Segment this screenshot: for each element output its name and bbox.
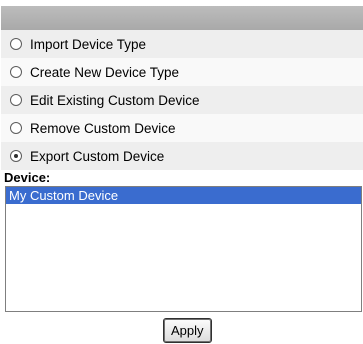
option-remove-custom-device[interactable]: Remove Custom Device (1, 114, 363, 142)
action-options: Import Device Type Create New Device Typ… (1, 30, 363, 170)
option-export-custom-device[interactable]: Export Custom Device (1, 142, 363, 170)
radio-edit-existing-custom-device[interactable] (10, 94, 22, 106)
option-label: Remove Custom Device (30, 120, 176, 136)
device-label: Device: (4, 170, 51, 185)
radio-create-new-device-type[interactable] (10, 66, 22, 78)
device-list-item[interactable]: My Custom Device (6, 187, 361, 204)
option-label: Create New Device Type (30, 64, 180, 80)
option-import-device-type[interactable]: Import Device Type (1, 30, 363, 58)
radio-export-custom-device[interactable] (10, 150, 22, 162)
radio-remove-custom-device[interactable] (10, 122, 22, 134)
option-create-new-device-type[interactable]: Create New Device Type (1, 58, 363, 86)
radio-import-device-type[interactable] (10, 38, 22, 50)
apply-wrap: Apply (163, 318, 212, 343)
apply-button[interactable]: Apply (163, 318, 212, 343)
option-label: Export Custom Device (30, 148, 165, 164)
device-listbox[interactable]: My Custom Device (5, 186, 362, 312)
option-edit-existing-custom-device[interactable]: Edit Existing Custom Device (1, 86, 363, 114)
option-label: Edit Existing Custom Device (30, 92, 200, 108)
header-bar (1, 6, 363, 30)
option-label: Import Device Type (30, 36, 147, 52)
